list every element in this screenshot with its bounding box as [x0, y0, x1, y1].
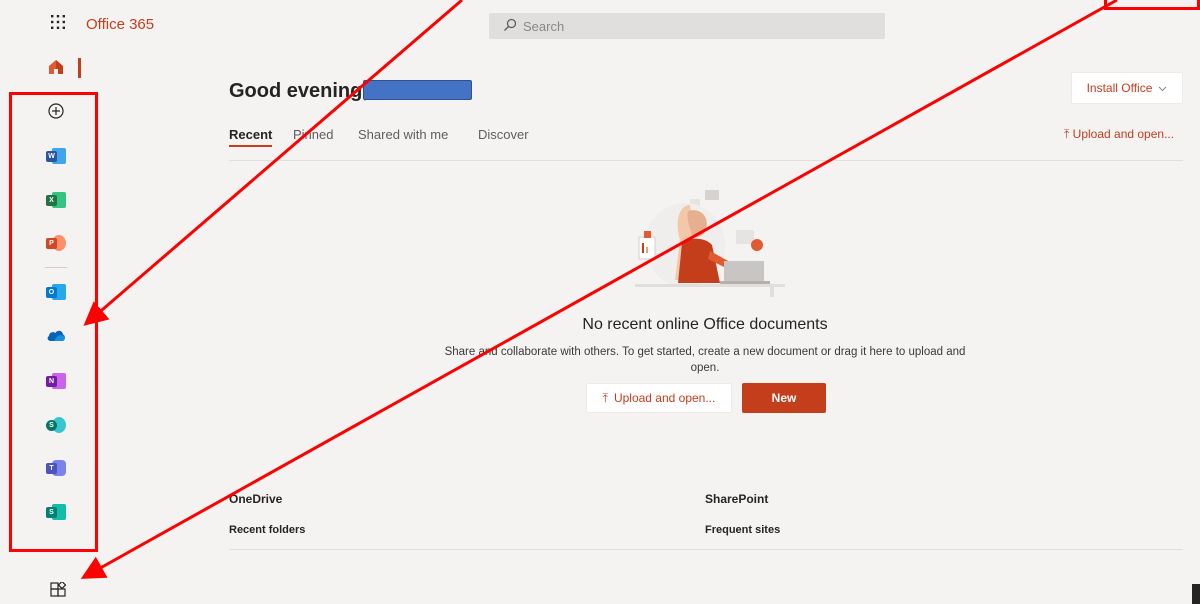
- app-launcher-icon[interactable]: [50, 14, 66, 30]
- redacted-name: [363, 80, 472, 100]
- upload-icon: ⤒: [602, 390, 608, 405]
- section-divider: [229, 549, 707, 550]
- home-icon: [47, 58, 65, 81]
- search-box[interactable]: [489, 13, 885, 39]
- annotation-rail-highlight: [9, 92, 98, 552]
- frequent-sites-label: Frequent sites: [705, 524, 781, 536]
- upload-icon: ⤒: [1064, 127, 1070, 141]
- sharepoint-section: SharePoint Frequent sites: [705, 492, 1183, 550]
- upload-and-open-button[interactable]: ⤒ Upload and open...: [586, 383, 732, 413]
- app-title[interactable]: Office 365: [86, 16, 154, 33]
- tab-recent[interactable]: Recent: [229, 127, 272, 142]
- page-title: Good evening,: [229, 80, 368, 102]
- empty-state-description: Share and collaborate with others. To ge…: [444, 346, 966, 374]
- all-apps-icon[interactable]: [50, 580, 67, 603]
- annotation-arrows: [80, 0, 1118, 579]
- recent-folders-label: Recent folders: [229, 524, 306, 536]
- tab-pinned[interactable]: Pinned: [293, 127, 333, 142]
- install-office-label: Install Office: [1086, 81, 1153, 95]
- upload-and-open-label: Upload and open...: [1072, 127, 1175, 141]
- top-bar: Office 365: [0, 0, 1200, 50]
- section-divider: [705, 549, 1183, 550]
- onedrive-section-title[interactable]: OneDrive: [229, 492, 707, 506]
- header-divider: [229, 160, 1183, 161]
- chevron-down-icon: [1158, 81, 1167, 95]
- search-icon: [503, 18, 517, 37]
- install-office-button[interactable]: Install Office: [1071, 72, 1183, 104]
- tab-discover[interactable]: Discover: [478, 127, 529, 142]
- empty-state-title: No recent online Office documents: [582, 316, 828, 333]
- upload-and-open-link[interactable]: ⤒ Upload and open...: [1064, 127, 1174, 142]
- upload-button-label: Upload and open...: [613, 391, 716, 405]
- tab-shared-with-me[interactable]: Shared with me: [358, 127, 448, 142]
- new-button[interactable]: New: [742, 383, 826, 413]
- sharepoint-section-title[interactable]: SharePoint: [705, 492, 1183, 506]
- dark-corner-artifact: [1192, 584, 1200, 604]
- rail-item-home[interactable]: [43, 56, 69, 82]
- annotation-top-right-highlight: [1104, 0, 1200, 10]
- onedrive-section: OneDrive Recent folders: [229, 492, 707, 550]
- empty-state-illustration: [620, 185, 790, 300]
- active-tab-underline: [229, 145, 272, 147]
- search-input[interactable]: [523, 13, 863, 39]
